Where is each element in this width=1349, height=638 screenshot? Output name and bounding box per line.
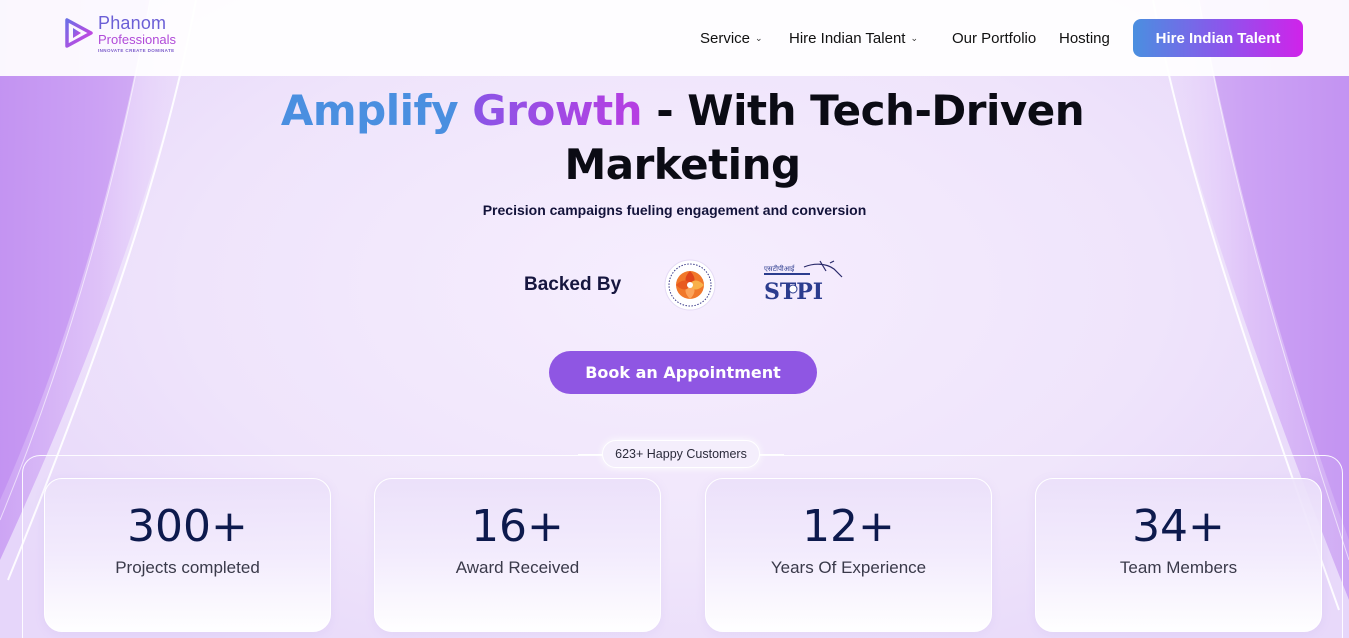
nav-item-hire-indian-talent[interactable]: Hire Indian Talent ⌄ [789, 30, 918, 47]
stat-card-experience: 12+ Years Of Experience [705, 478, 992, 632]
divider [578, 454, 602, 455]
chevron-down-icon: ⌄ [755, 32, 763, 43]
hire-indian-talent-button[interactable]: Hire Indian Talent [1133, 19, 1303, 57]
brand-tagline: INNOVATE CREATE DOMINATE [98, 48, 175, 53]
svg-text:एसटीपीआई: एसटीपीआई [764, 264, 795, 273]
stat-value: 12+ [802, 501, 895, 552]
stat-card-awards: 16+ Award Received [374, 478, 661, 632]
nav-item-service[interactable]: Service ⌄ [700, 30, 763, 47]
stat-value: 34+ [1132, 501, 1225, 552]
stat-card-team: 34+ Team Members [1035, 478, 1322, 632]
hero-title-rest: - With Tech-Driven Marketing [564, 86, 1085, 189]
brand-logo[interactable]: Phanom Professionals INNOVATE CREATE DOM… [62, 14, 192, 58]
stat-label: Years Of Experience [770, 558, 927, 577]
nav-item-hosting[interactable]: Hosting [1059, 30, 1110, 47]
backed-by-label: Backed By [524, 274, 622, 295]
brand-sub: Professionals [98, 32, 177, 47]
play-logo-icon [65, 18, 93, 48]
hero-title: Amplify Growth - With Tech-Driven Market… [230, 84, 1135, 192]
site-header: Phanom Professionals INNOVATE CREATE DOM… [0, 0, 1349, 76]
happy-customers-badge: 623+ Happy Customers [602, 440, 760, 468]
stat-card-projects: 300+ Projects completed [44, 478, 331, 632]
nav-item-our-portfolio[interactable]: Our Portfolio [952, 30, 1036, 47]
hero-subtitle: Precision campaigns fueling engagement a… [482, 202, 867, 218]
book-appointment-button[interactable]: Book an Appointment [549, 351, 817, 394]
stat-label: Projects completed [115, 558, 260, 577]
hero-title-word-amplify: Amplify [280, 86, 459, 135]
brand-name: Phanom [98, 13, 167, 33]
stat-value: 16+ [471, 501, 564, 552]
incubator-seal-icon [664, 259, 716, 311]
stat-value: 300+ [127, 501, 248, 552]
hero-title-word-growth: Growth [472, 86, 643, 135]
chevron-down-icon: ⌄ [910, 32, 919, 43]
stat-label: Award Received [455, 558, 580, 577]
divider [760, 454, 784, 455]
stat-label: Team Members [1119, 558, 1238, 577]
stpi-logo-icon: एसटीपीआई STPI [764, 260, 843, 305]
